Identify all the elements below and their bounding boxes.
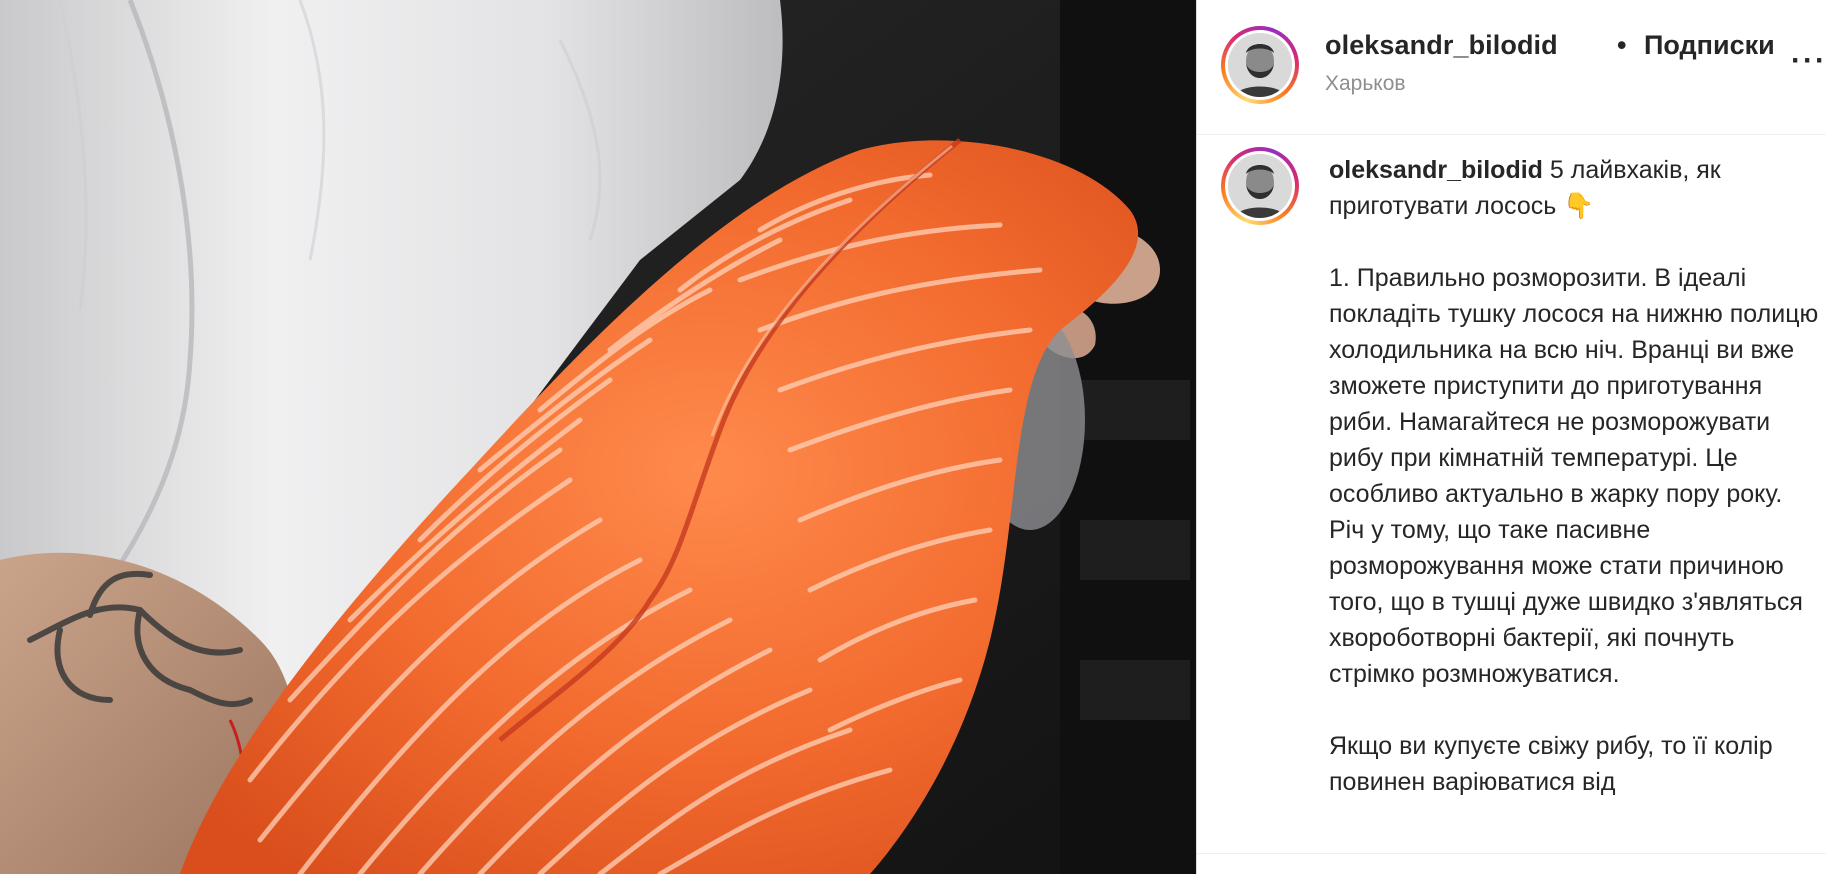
caption-intro-line: oleksandr_bilodid 5 лайвхаків, як пригот… <box>1329 152 1819 224</box>
post-photo[interactable] <box>0 0 1196 874</box>
post-header: oleksandr_bilodid • Подписки Харьков ··· <box>1197 0 1826 135</box>
caption-author-avatar[interactable] <box>1221 147 1299 225</box>
avatar-icon <box>1228 154 1292 218</box>
more-options-icon[interactable]: ··· <box>1791 44 1826 78</box>
caption-gap <box>1329 692 1819 728</box>
post-location-link[interactable]: Харьков <box>1325 72 1406 96</box>
instagram-post: oleksandr_bilodid • Подписки Харьков ··· <box>0 0 1826 874</box>
following-button[interactable]: Подписки <box>1644 30 1775 61</box>
salmon-fillet-photo <box>0 0 1196 874</box>
header-separator: • <box>1617 30 1627 60</box>
caption-bottom-edge <box>1197 853 1826 874</box>
avatar-icon <box>1228 33 1292 97</box>
author-avatar[interactable] <box>1221 26 1299 104</box>
caption-paragraph-2: Якщо ви купуєте свіжу рибу, то її колір … <box>1329 732 1773 796</box>
caption-username-link[interactable]: oleksandr_bilodid <box>1329 156 1543 184</box>
comments-area[interactable]: oleksandr_bilodid 5 лайвхаків, як пригот… <box>1197 135 1826 874</box>
caption-gap <box>1329 224 1819 260</box>
author-username-link[interactable]: oleksandr_bilodid <box>1325 30 1558 61</box>
post-caption: oleksandr_bilodid 5 лайвхаків, як пригот… <box>1329 152 1819 800</box>
post-side-panel: oleksandr_bilodid • Подписки Харьков ··· <box>1196 0 1826 874</box>
caption-paragraph-1: 1. Правильно розморозити. В ідеалі покла… <box>1329 264 1819 688</box>
